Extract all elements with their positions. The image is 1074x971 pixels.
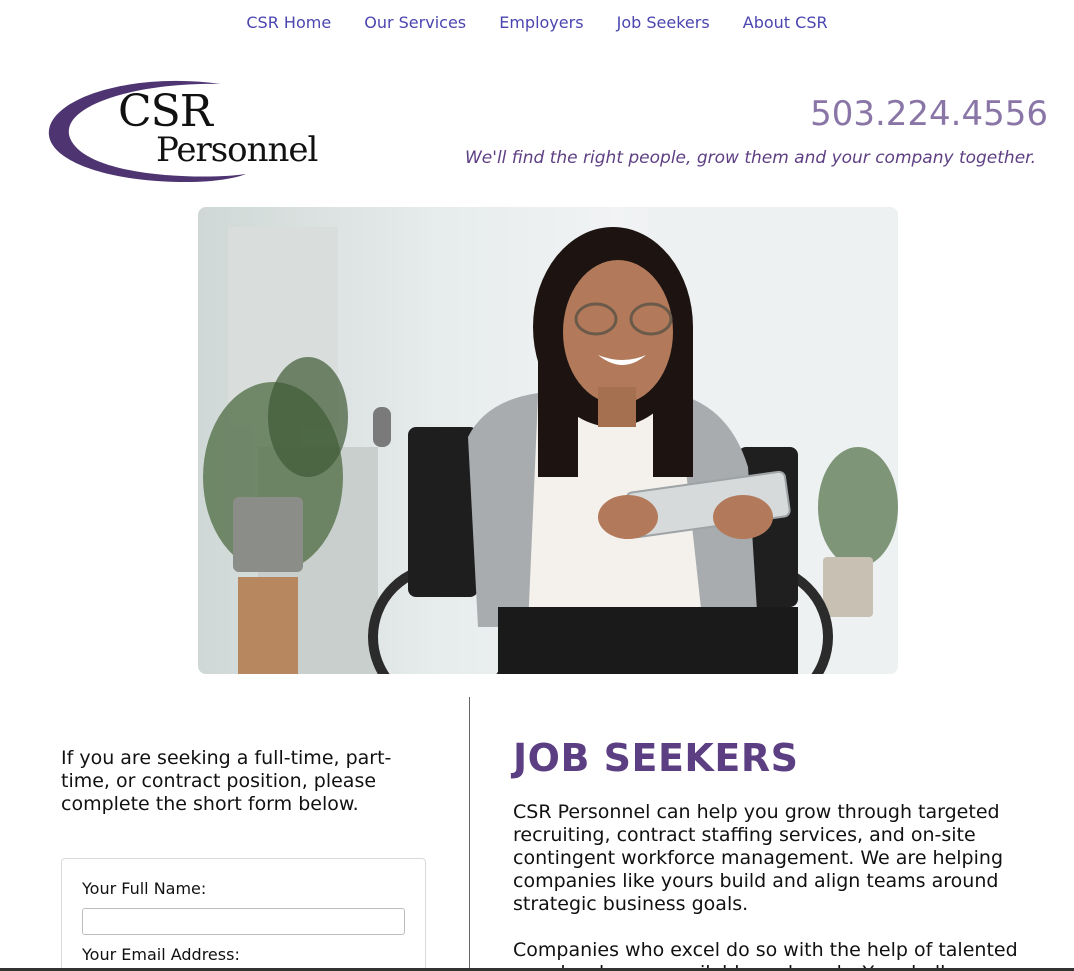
nav-link-about-csr[interactable]: About CSR [743, 13, 828, 32]
hero-photo-illustration [203, 207, 898, 674]
page-title: JOB SEEKERS [513, 736, 799, 780]
hero-image [198, 207, 898, 674]
column-divider [469, 697, 470, 971]
nav-link-our-services[interactable]: Our Services [364, 13, 466, 32]
full-name-input[interactable] [82, 908, 405, 935]
csr-personnel-logo[interactable]: CSR Personnel [46, 78, 336, 188]
nav-link-csr-home[interactable]: CSR Home [246, 13, 331, 32]
phone-number[interactable]: 503.224.4556 [810, 94, 1048, 134]
job-seeker-form: Your Full Name: Your Email Address: [61, 858, 426, 971]
intro-text: If you are seeking a full-time, part-tim… [61, 747, 392, 815]
nav-link-job-seekers[interactable]: Job Seekers [617, 13, 710, 32]
tagline: We'll find the right people, grow them a… [465, 148, 1036, 168]
body-paragraph-2: Companies who excel do so with the help … [513, 939, 1018, 971]
email-label: Your Email Address: [82, 945, 240, 964]
nav-link-employers[interactable]: Employers [499, 13, 583, 32]
logo-text-personnel: Personnel [156, 130, 318, 170]
top-navigation: CSR Home Our Services Employers Job Seek… [0, 13, 1074, 32]
full-name-label: Your Full Name: [82, 879, 207, 898]
body-paragraph-1: CSR Personnel can help you grow through … [513, 801, 1004, 915]
